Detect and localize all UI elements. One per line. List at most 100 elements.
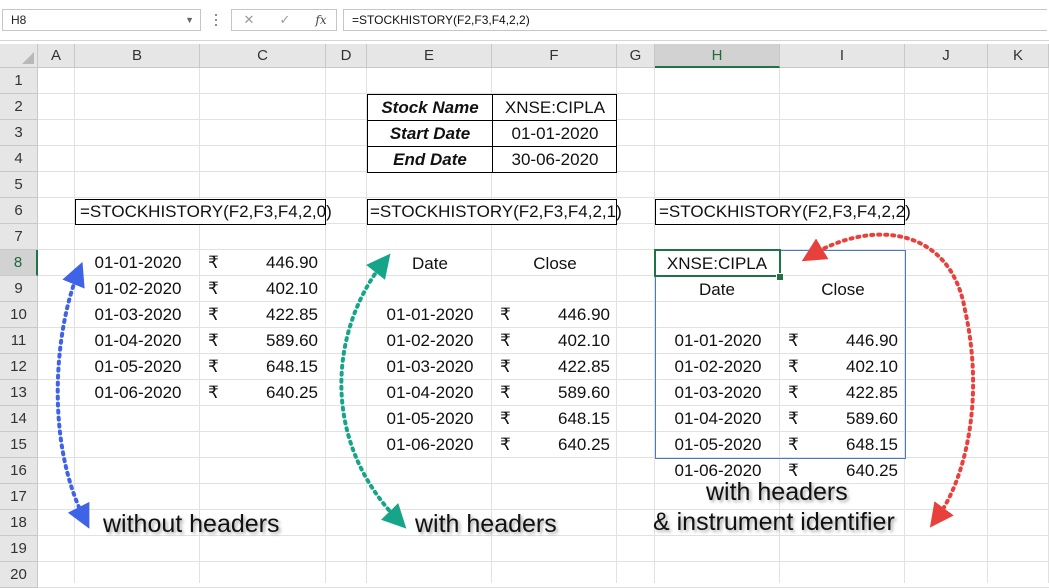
date-cell[interactable]: 01-06-2020 bbox=[76, 380, 200, 406]
row-header[interactable]: 12 bbox=[0, 354, 38, 380]
note-without-headers: without headers bbox=[103, 510, 280, 538]
grid-row-line bbox=[38, 561, 1049, 562]
rupee-symbol: ₹ bbox=[208, 383, 219, 402]
rupee-symbol: ₹ bbox=[500, 409, 511, 428]
row-header[interactable]: 17 bbox=[0, 484, 38, 510]
rupee-symbol: ₹ bbox=[788, 435, 799, 454]
formula-text-headers-id[interactable]: =STOCKHISTORY(F2,F3,F4,2,2) bbox=[659, 199, 911, 225]
enter-icon[interactable]: ✓ bbox=[270, 10, 300, 30]
row-header[interactable]: 16 bbox=[0, 458, 38, 484]
row-header[interactable]: 9 bbox=[0, 276, 38, 302]
close-value-cell[interactable]: 402.10 bbox=[520, 328, 610, 354]
date-cell[interactable]: 01-03-2020 bbox=[76, 302, 200, 328]
rupee-symbol: ₹ bbox=[208, 279, 219, 298]
column-header[interactable]: D bbox=[326, 44, 367, 68]
formula-input[interactable]: =STOCKHISTORY(F2,F3,F4,2,2) bbox=[343, 9, 1047, 31]
cancel-icon[interactable]: ✕ bbox=[234, 10, 264, 30]
header-close[interactable]: Close bbox=[781, 277, 905, 303]
date-cell[interactable]: 01-03-2020 bbox=[368, 354, 492, 380]
date-cell[interactable]: 01-05-2020 bbox=[656, 432, 780, 458]
date-cell[interactable]: 01-01-2020 bbox=[76, 250, 200, 276]
column-header[interactable]: H bbox=[655, 44, 780, 68]
formula-text-headers[interactable]: =STOCKHISTORY(F2,F3,F4,2,1) bbox=[370, 199, 622, 225]
date-cell[interactable]: 01-05-2020 bbox=[76, 354, 200, 380]
chevron-down-icon[interactable]: ▼ bbox=[185, 10, 194, 30]
rupee-symbol: ₹ bbox=[788, 383, 799, 402]
rupee-symbol: ₹ bbox=[208, 357, 219, 376]
row-header[interactable]: 19 bbox=[0, 536, 38, 562]
formula-bar: H8 ▼ ✕ ✓ fx =STOCKHISTORY(F2,F3,F4,2,2) bbox=[0, 0, 1049, 41]
header-date[interactable]: Date bbox=[368, 251, 492, 277]
row-header[interactable]: 18 bbox=[0, 510, 38, 536]
param-value[interactable]: 01-01-2020 bbox=[493, 121, 617, 147]
date-cell[interactable]: 01-02-2020 bbox=[656, 354, 780, 380]
row-header[interactable]: 11 bbox=[0, 328, 38, 354]
row-header[interactable]: 3 bbox=[0, 120, 38, 146]
insert-function-icon[interactable]: fx bbox=[306, 10, 336, 30]
column-header[interactable]: B bbox=[75, 44, 200, 68]
active-cell-selection[interactable] bbox=[654, 249, 781, 277]
column-header[interactable]: E bbox=[367, 44, 492, 68]
row-header[interactable]: 13 bbox=[0, 380, 38, 406]
date-cell[interactable]: 01-01-2020 bbox=[368, 302, 492, 328]
rupee-symbol: ₹ bbox=[500, 357, 511, 376]
close-value-cell[interactable]: 589.60 bbox=[228, 328, 318, 354]
date-cell[interactable]: 01-03-2020 bbox=[656, 380, 780, 406]
column-header[interactable]: A bbox=[38, 44, 75, 68]
close-value-cell[interactable]: 402.10 bbox=[808, 354, 898, 380]
date-cell[interactable]: 01-06-2020 bbox=[368, 432, 492, 458]
row-header[interactable]: 6 bbox=[0, 198, 38, 224]
close-value-cell[interactable]: 648.15 bbox=[520, 406, 610, 432]
column-header[interactable]: I bbox=[780, 44, 905, 68]
grid-row-line bbox=[38, 197, 1049, 198]
header-date[interactable]: Date bbox=[655, 277, 779, 303]
row-header[interactable]: 10 bbox=[0, 302, 38, 328]
column-header[interactable]: K bbox=[988, 44, 1049, 68]
date-cell[interactable]: 01-05-2020 bbox=[368, 406, 492, 432]
column-header[interactable]: J bbox=[905, 44, 988, 68]
row-header[interactable]: 15 bbox=[0, 432, 38, 458]
row-header[interactable]: 5 bbox=[0, 172, 38, 198]
close-value-cell[interactable]: 422.85 bbox=[228, 302, 318, 328]
close-value-cell[interactable]: 640.25 bbox=[228, 380, 318, 406]
column-header[interactable]: F bbox=[492, 44, 617, 68]
close-value-cell[interactable]: 640.25 bbox=[520, 432, 610, 458]
date-cell[interactable]: 01-01-2020 bbox=[656, 328, 780, 354]
row-header[interactable]: 4 bbox=[0, 146, 38, 172]
date-cell[interactable]: 01-02-2020 bbox=[368, 328, 492, 354]
param-value[interactable]: 30-06-2020 bbox=[493, 147, 617, 173]
close-value-cell[interactable]: 648.15 bbox=[228, 354, 318, 380]
close-value-cell[interactable]: 648.15 bbox=[808, 432, 898, 458]
close-value-cell[interactable]: 589.60 bbox=[520, 380, 610, 406]
close-value-cell[interactable]: 422.85 bbox=[808, 380, 898, 406]
close-value-cell[interactable]: 446.90 bbox=[520, 302, 610, 328]
header-close[interactable]: Close bbox=[493, 251, 617, 277]
close-value-cell[interactable]: 422.85 bbox=[520, 354, 610, 380]
close-value-cell[interactable]: 589.60 bbox=[808, 406, 898, 432]
rupee-symbol: ₹ bbox=[500, 331, 511, 350]
row-header[interactable]: 8 bbox=[0, 250, 38, 276]
column-header[interactable]: G bbox=[617, 44, 655, 68]
select-all-button[interactable] bbox=[0, 44, 38, 68]
formula-text-no-headers[interactable]: =STOCKHISTORY(F2,F3,F4,2,0) bbox=[80, 199, 332, 225]
date-cell[interactable]: 01-04-2020 bbox=[656, 406, 780, 432]
row-header[interactable]: 14 bbox=[0, 406, 38, 432]
worksheet-grid[interactable]: ABCDEFGHIJK 1 2 3 4 5 6 7 8 9 10 11 12 13 14 15 16 17 18 1… bbox=[0, 44, 1049, 588]
column-header[interactable]: C bbox=[200, 44, 326, 68]
close-value-cell[interactable]: 446.90 bbox=[228, 250, 318, 276]
date-cell[interactable]: 01-02-2020 bbox=[76, 276, 200, 302]
row-header[interactable]: 20 bbox=[0, 562, 38, 588]
rupee-symbol: ₹ bbox=[208, 331, 219, 350]
param-value[interactable]: XNSE:CIPLA bbox=[493, 95, 617, 121]
date-cell[interactable]: 01-04-2020 bbox=[368, 380, 492, 406]
param-label: End Date bbox=[393, 150, 467, 169]
rupee-symbol: ₹ bbox=[500, 435, 511, 454]
row-header[interactable]: 2 bbox=[0, 94, 38, 120]
name-box[interactable]: H8 ▼ bbox=[2, 9, 201, 31]
row-header[interactable]: 1 bbox=[0, 68, 38, 94]
close-value-cell[interactable]: 402.10 bbox=[228, 276, 318, 302]
close-value-cell[interactable]: 446.90 bbox=[808, 328, 898, 354]
date-cell[interactable]: 01-04-2020 bbox=[76, 328, 200, 354]
row-header[interactable]: 7 bbox=[0, 224, 38, 250]
grip-icon[interactable] bbox=[211, 11, 221, 29]
